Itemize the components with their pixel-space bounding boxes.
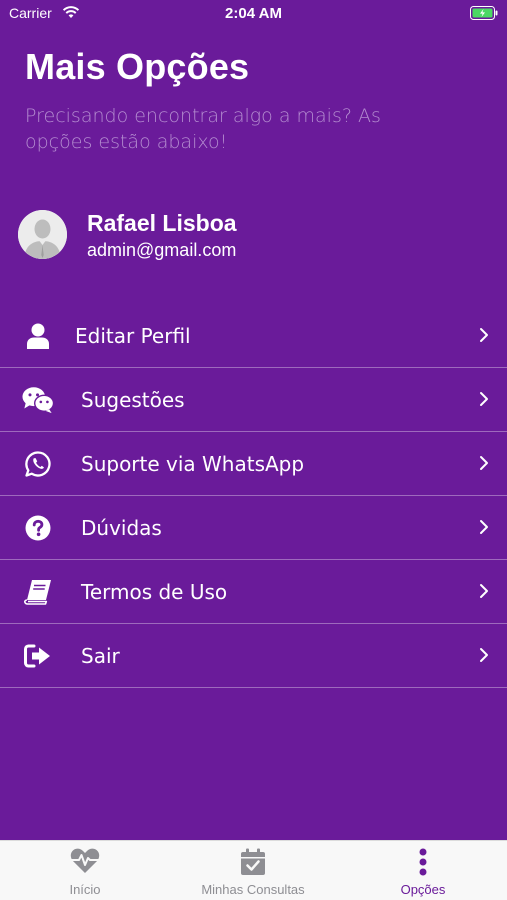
book-icon [22, 577, 54, 607]
heartbeat-icon [70, 848, 100, 879]
menu-item-duvidas[interactable]: Dúvidas [0, 496, 507, 560]
profile-name: Rafael Lisboa [87, 210, 237, 236]
page-title: Mais Opções [25, 46, 250, 87]
tab-inicio[interactable]: Início [14, 841, 156, 900]
chevron-right-icon [479, 391, 489, 407]
tab-bar: Início Minhas Consultas Opções [0, 840, 507, 900]
chevron-right-icon [479, 647, 489, 663]
menu-item-label: Termos de Uso [81, 580, 228, 604]
options-menu: Editar Perfil Sugestões Suporte via What… [0, 304, 507, 688]
sign-out-icon [22, 641, 54, 671]
menu-item-sugestoes[interactable]: Sugestões [0, 368, 507, 432]
tab-opcoes[interactable]: Opções [352, 841, 494, 900]
calendar-check-icon [240, 848, 266, 881]
menu-item-label: Sair [81, 644, 120, 668]
tab-label: Minhas Consultas [201, 882, 305, 897]
vertical-dots-icon [418, 848, 428, 881]
battery-icon [470, 6, 498, 23]
tab-label: Opções [400, 882, 446, 897]
chat-icon [22, 385, 54, 415]
tab-minhas-consultas[interactable]: Minhas Consultas [182, 841, 324, 900]
menu-item-termos-de-uso[interactable]: Termos de Uso [0, 560, 507, 624]
chevron-right-icon [479, 519, 489, 535]
menu-item-label: Suporte via WhatsApp [81, 452, 305, 476]
question-icon [22, 513, 54, 543]
menu-item-sair[interactable]: Sair [0, 624, 507, 688]
menu-item-label: Dúvidas [81, 516, 162, 540]
clock: 2:04 AM [225, 5, 282, 22]
whatsapp-icon [22, 449, 54, 479]
avatar [18, 210, 67, 259]
page-subtitle: Precisando encontrar algo a mais? As opç… [25, 105, 381, 153]
menu-item-label: Editar Perfil [75, 324, 191, 348]
status-bar: Carrier 2:04 AM [0, 0, 507, 28]
chevron-right-icon [479, 583, 489, 599]
chevron-right-icon [479, 327, 489, 343]
menu-item-suporte-whatsapp[interactable]: Suporte via WhatsApp [0, 432, 507, 496]
tab-label: Início [69, 882, 101, 897]
chevron-right-icon [479, 455, 489, 471]
user-icon [22, 321, 54, 351]
menu-item-editar-perfil[interactable]: Editar Perfil [0, 304, 507, 368]
options-screen: Carrier 2:04 AM Mais Opções Precisando e… [0, 0, 507, 840]
menu-item-label: Sugestões [81, 388, 185, 412]
profile-email: admin@gmail.com [87, 240, 237, 260]
